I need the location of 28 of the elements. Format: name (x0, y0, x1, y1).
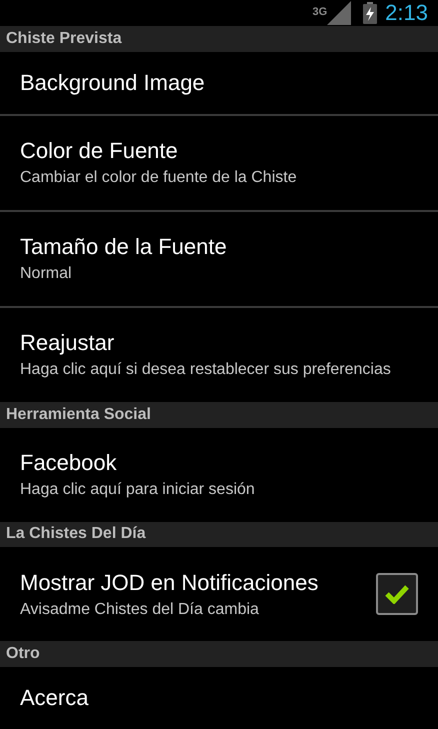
preference-title: Background Image (20, 70, 206, 96)
preference-summary: Cambiar el color de fuente de la Chiste (20, 168, 298, 188)
network-label: 3G (312, 6, 328, 18)
preference-row[interactable]: Facebook Haga clic aquí para iniciar sesión (0, 428, 438, 522)
preference-title: Mostrar JOD en Notificaciones (20, 570, 320, 596)
section-header: La Chistes Del Día (0, 522, 438, 548)
section-header: Chiste Prevista (0, 26, 438, 52)
checkbox[interactable] (376, 573, 418, 616)
preference-row[interactable]: Reajustar Haga clic aquí si desea restablecer sus preferencias (0, 308, 438, 402)
clock: 2:13 (385, 0, 428, 26)
preference-title: Acerca (20, 685, 90, 711)
checkmark-icon (384, 584, 410, 604)
preference-title: Color de Fuente (20, 138, 179, 164)
preference-summary: Normal (20, 264, 73, 284)
preference-row[interactable]: Color de Fuente Cambiar el color de fuente de la Chiste (0, 116, 438, 212)
preference-row[interactable]: Tamaño de la Fuente Normal (0, 212, 438, 308)
preference-summary: Haga clic aquí para iniciar sesión (20, 480, 256, 500)
battery-charging-icon (363, 2, 378, 24)
preference-row[interactable]: Acerca (0, 667, 438, 729)
preference-title: Reajustar (20, 330, 116, 356)
preference-title: Tamaño de la Fuente (20, 234, 228, 260)
preference-row[interactable]: Background Image (0, 52, 438, 116)
preference-summary: Avisadme Chistes del Día cambia (20, 600, 260, 619)
preference-summary: Haga clic aquí si desea restablecer sus preferencias (20, 360, 392, 380)
preference-title: Facebook (20, 450, 118, 476)
preference-row[interactable]: Mostrar JOD en Notificaciones Avisadme Chistes del Día cambia (0, 547, 438, 642)
section-header: Otro (0, 641, 438, 667)
section-header: Herramienta Social (0, 402, 438, 428)
